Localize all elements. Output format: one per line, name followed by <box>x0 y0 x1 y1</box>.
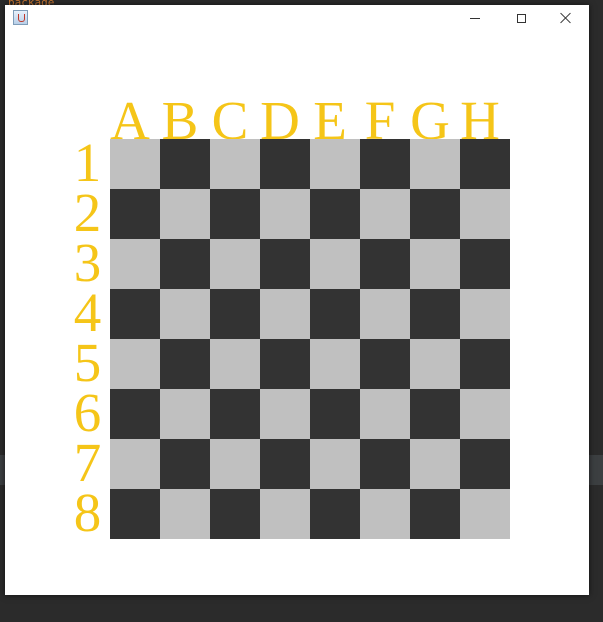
square-f4[interactable] <box>360 289 410 339</box>
square-f5[interactable] <box>360 339 410 389</box>
square-c8[interactable] <box>210 489 260 539</box>
square-g6[interactable] <box>410 389 460 439</box>
square-e4[interactable] <box>310 289 360 339</box>
chessboard <box>110 139 510 539</box>
square-h1[interactable] <box>460 139 510 189</box>
square-d2[interactable] <box>260 189 310 239</box>
square-a4[interactable] <box>110 289 160 339</box>
square-f8[interactable] <box>360 489 410 539</box>
square-b5[interactable] <box>160 339 210 389</box>
square-b2[interactable] <box>160 189 210 239</box>
square-c1[interactable] <box>210 139 260 189</box>
square-g2[interactable] <box>410 189 460 239</box>
square-a7[interactable] <box>110 439 160 489</box>
square-h6[interactable] <box>460 389 510 439</box>
close-button[interactable] <box>543 5 589 31</box>
title-bar[interactable] <box>5 5 589 31</box>
chessboard-window: ABCDEFGH 12345678 <box>5 5 589 595</box>
square-a6[interactable] <box>110 389 160 439</box>
maximize-button[interactable] <box>498 5 544 31</box>
square-c6[interactable] <box>210 389 260 439</box>
square-b6[interactable] <box>160 389 210 439</box>
square-c7[interactable] <box>210 439 260 489</box>
square-a3[interactable] <box>110 239 160 289</box>
square-a5[interactable] <box>110 339 160 389</box>
square-g4[interactable] <box>410 289 460 339</box>
square-f6[interactable] <box>360 389 410 439</box>
square-h5[interactable] <box>460 339 510 389</box>
square-h8[interactable] <box>460 489 510 539</box>
square-g5[interactable] <box>410 339 460 389</box>
square-g8[interactable] <box>410 489 460 539</box>
square-c2[interactable] <box>210 189 260 239</box>
square-e7[interactable] <box>310 439 360 489</box>
square-a2[interactable] <box>110 189 160 239</box>
square-e6[interactable] <box>310 389 360 439</box>
square-h3[interactable] <box>460 239 510 289</box>
square-g1[interactable] <box>410 139 460 189</box>
square-a1[interactable] <box>110 139 160 189</box>
square-h7[interactable] <box>460 439 510 489</box>
square-a8[interactable] <box>110 489 160 539</box>
square-d3[interactable] <box>260 239 310 289</box>
square-b4[interactable] <box>160 289 210 339</box>
square-d7[interactable] <box>260 439 310 489</box>
square-f7[interactable] <box>360 439 410 489</box>
minimize-icon <box>470 17 480 19</box>
square-d4[interactable] <box>260 289 310 339</box>
square-d5[interactable] <box>260 339 310 389</box>
square-c3[interactable] <box>210 239 260 289</box>
square-f1[interactable] <box>360 139 410 189</box>
square-b8[interactable] <box>160 489 210 539</box>
square-g7[interactable] <box>410 439 460 489</box>
square-h4[interactable] <box>460 289 510 339</box>
square-e8[interactable] <box>310 489 360 539</box>
square-d6[interactable] <box>260 389 310 439</box>
square-b7[interactable] <box>160 439 210 489</box>
square-e3[interactable] <box>310 239 360 289</box>
square-e5[interactable] <box>310 339 360 389</box>
square-e1[interactable] <box>310 139 360 189</box>
square-d8[interactable] <box>260 489 310 539</box>
minimize-button[interactable] <box>452 5 498 31</box>
square-b1[interactable] <box>160 139 210 189</box>
square-c4[interactable] <box>210 289 260 339</box>
square-f3[interactable] <box>360 239 410 289</box>
row-label-8: 8 <box>73 482 102 543</box>
square-c5[interactable] <box>210 339 260 389</box>
square-b3[interactable] <box>160 239 210 289</box>
square-h2[interactable] <box>460 189 510 239</box>
close-icon <box>560 12 572 24</box>
square-g3[interactable] <box>410 239 460 289</box>
java-app-icon <box>13 10 28 25</box>
square-e2[interactable] <box>310 189 360 239</box>
square-f2[interactable] <box>360 189 410 239</box>
maximize-icon <box>516 13 526 23</box>
square-d1[interactable] <box>260 139 310 189</box>
